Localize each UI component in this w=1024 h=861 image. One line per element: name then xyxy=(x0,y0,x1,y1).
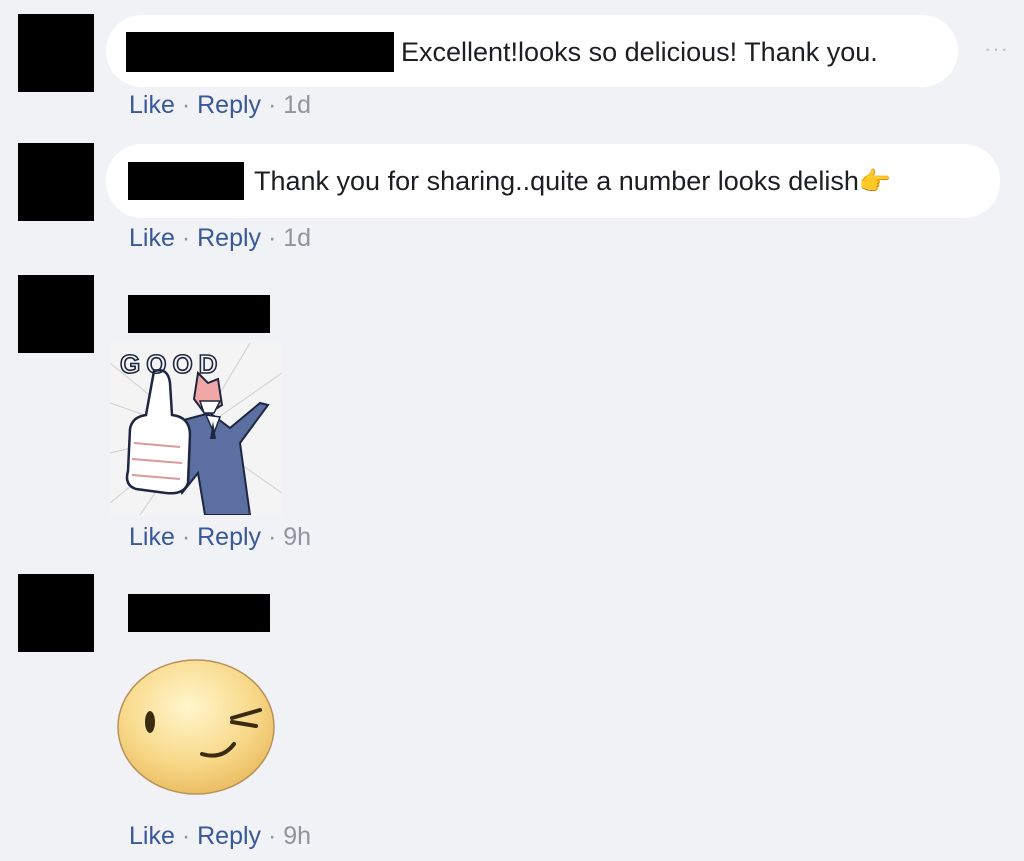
comment-text: Excellent!looks so delicious! Thank you. xyxy=(401,37,878,67)
comment-text-body: Thank you for sharing..quite a number lo… xyxy=(254,166,859,196)
winking-face-sticker[interactable] xyxy=(114,656,278,798)
separator-dot: · xyxy=(267,822,277,850)
separator-dot: · xyxy=(181,822,191,850)
redacted-commenter-name[interactable] xyxy=(128,162,244,200)
sticker-good-text: GOOD xyxy=(120,349,223,379)
separator-dot: · xyxy=(181,91,191,119)
redacted-commenter-name[interactable] xyxy=(128,594,270,632)
comment-text: Thank you for sharing..quite a number lo… xyxy=(254,165,891,197)
separator-dot: · xyxy=(181,523,191,551)
comment-actions: Like · Reply · 9h xyxy=(129,821,311,851)
like-link[interactable]: Like xyxy=(129,91,175,119)
comment-timestamp[interactable]: 9h xyxy=(283,822,311,850)
commenter-avatar[interactable] xyxy=(18,275,94,353)
reply-link[interactable]: Reply xyxy=(197,523,261,551)
comment-options-button[interactable]: ··· xyxy=(984,36,1009,62)
thumbs-up-businessman-sticker-icon: GOOD xyxy=(109,342,283,516)
comment-timestamp[interactable]: 9h xyxy=(283,523,311,551)
separator-dot: · xyxy=(267,91,277,119)
comment-actions: Like · Reply · 1d xyxy=(129,223,311,253)
commenter-avatar[interactable] xyxy=(18,574,94,652)
comment-timestamp[interactable]: 1d xyxy=(283,91,311,119)
like-link[interactable]: Like xyxy=(129,523,175,551)
like-link[interactable]: Like xyxy=(129,224,175,252)
comment-actions: Like · Reply · 9h xyxy=(129,522,311,552)
comment-actions: Like · Reply · 1d xyxy=(129,90,311,120)
reply-link[interactable]: Reply xyxy=(197,91,261,119)
separator-dot: · xyxy=(267,523,277,551)
redacted-commenter-name[interactable] xyxy=(128,295,270,333)
redacted-commenter-name[interactable] xyxy=(126,32,394,72)
commenter-avatar[interactable] xyxy=(18,143,94,221)
comment-timestamp[interactable]: 1d xyxy=(283,224,311,252)
pointing-hand-icon: 👉 xyxy=(858,166,892,196)
commenter-avatar[interactable] xyxy=(18,14,94,92)
separator-dot: · xyxy=(181,224,191,252)
good-thumbs-up-sticker[interactable]: GOOD xyxy=(109,342,283,516)
winking-face-icon xyxy=(117,659,275,795)
reply-link[interactable]: Reply xyxy=(197,224,261,252)
reply-link[interactable]: Reply xyxy=(197,822,261,850)
like-link[interactable]: Like xyxy=(129,822,175,850)
separator-dot: · xyxy=(267,224,277,252)
